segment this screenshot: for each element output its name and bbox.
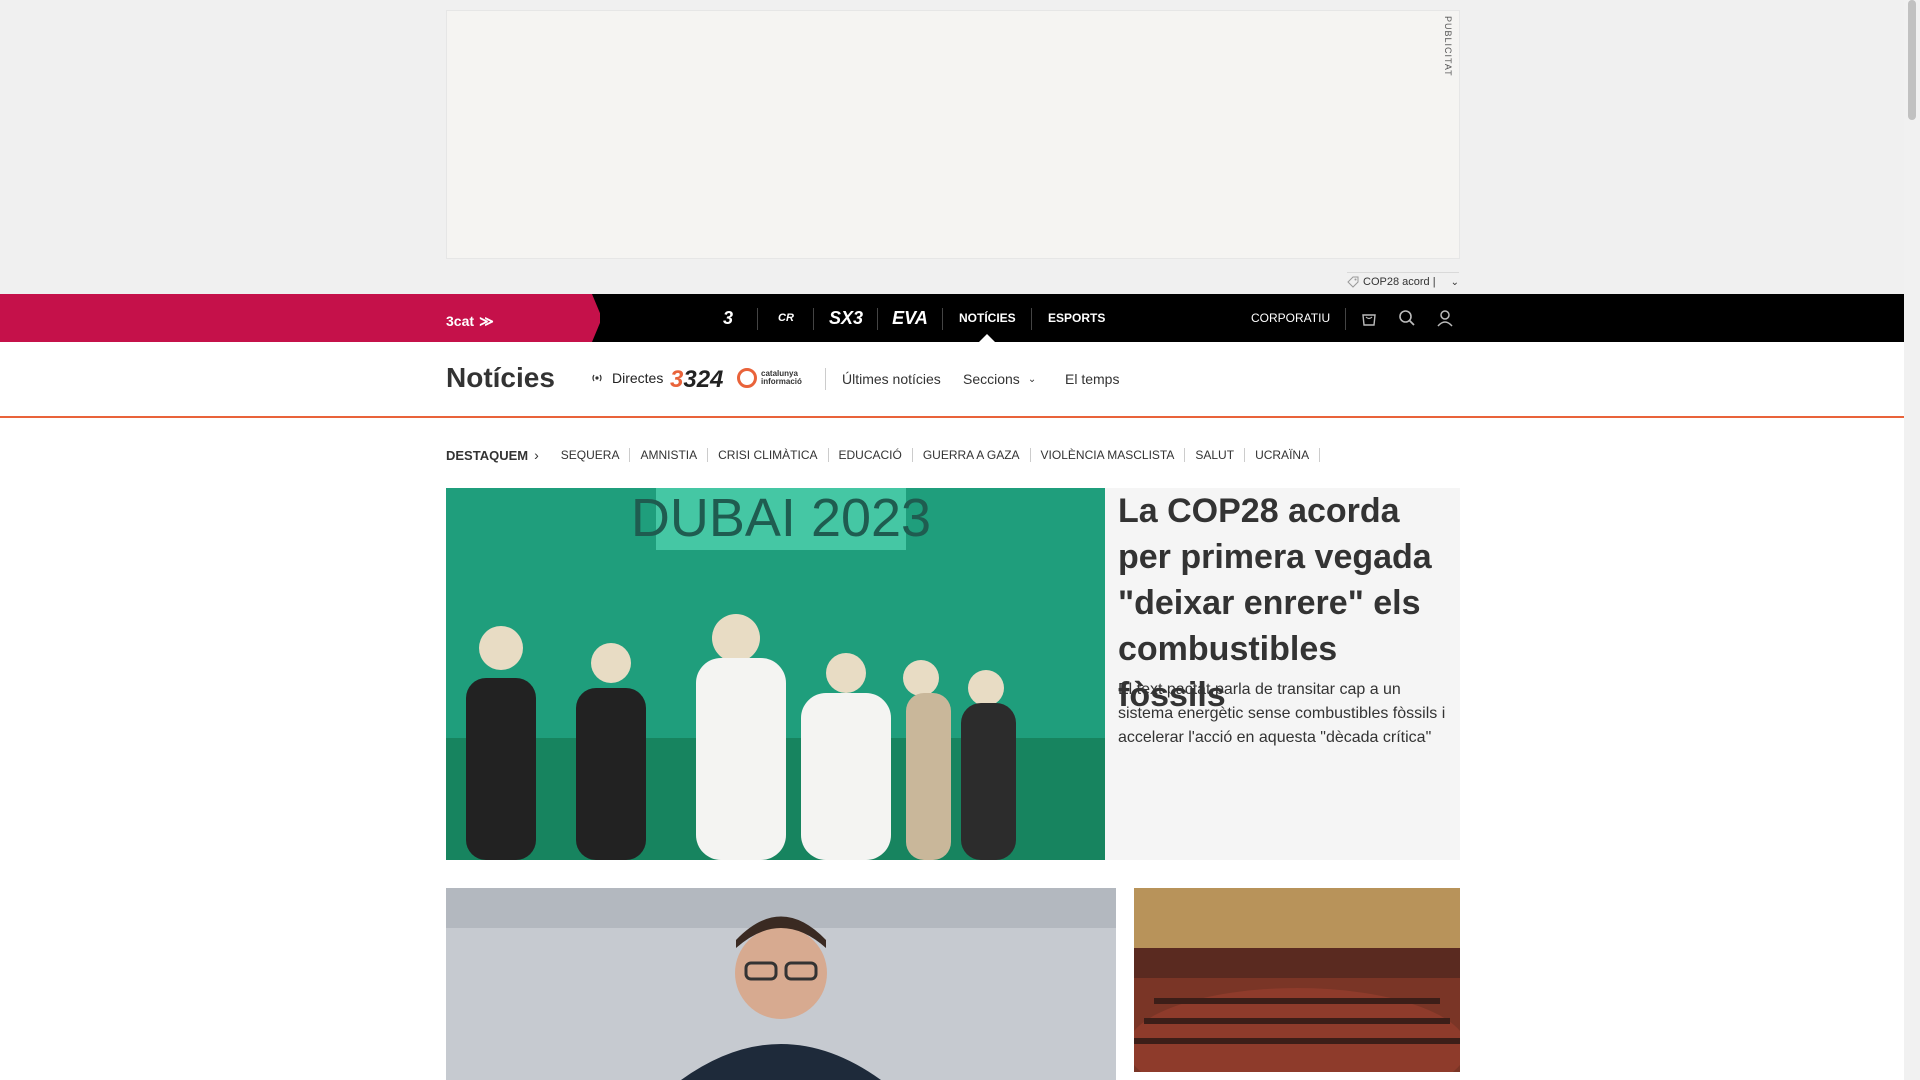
tag-sequera[interactable]: SEQUERA [551,448,631,462]
channel-eva-logo[interactable]: EVA [886,294,934,342]
live-broadcast-icon [592,374,602,382]
tag-violencia-masclista[interactable]: VIOLÈNCIA MASCLISTA [1031,448,1186,462]
parliament-photo [1134,888,1460,1072]
tag-guerra-gaza[interactable]: GUERRA A GAZA [913,448,1031,462]
ad-tag-label: COP28 acord | [1363,276,1436,288]
brand-wedge [0,294,600,342]
live-label: Directes [612,370,664,386]
link-el-temps[interactable]: El temps [1065,371,1119,387]
catalunya-informacio-logo[interactable]: catalunya informació [737,368,813,388]
top-nav: 3cat ≫ 3 CR SX3 EVA NOTÍCIES ESPORTS COR… [0,294,1904,342]
brand-logo[interactable]: 3cat ≫ [446,306,494,332]
tag-ucraina[interactable]: UCRAÏNA [1245,448,1321,462]
divider [813,308,814,330]
sections-dropdown[interactable]: Seccions ⌄ [963,371,1036,387]
section-header: Notícies Directes 3324 catalunya informa… [0,342,1904,418]
hero-card[interactable]: La COP28 acorda per primera vegada "deix… [1105,488,1460,860]
ad-topic-tag[interactable]: COP28 acord | ⌄ [1347,272,1459,291]
tag-icon [1347,276,1359,288]
divider [877,308,878,330]
ad-band: PUBLICITAT COP28 acord | ⌄ [0,0,1904,294]
tag-salut[interactable]: SALUT [1185,448,1246,462]
page-scrollbar[interactable] [1904,0,1920,1080]
chevron-right-icon[interactable]: › [534,447,539,463]
nav-link-corporatiu[interactable]: CORPORATIU [1251,294,1330,342]
hero-image-text: DUBAI 2023 [631,488,931,548]
active-indicator [979,334,995,342]
link-ultimes-noticies[interactable]: Últimes notícies [842,371,941,387]
divider [1345,308,1346,330]
channel-tv3-logo[interactable]: 3 [708,294,748,342]
sections-label: Seccions [963,371,1020,387]
shop-bag-icon[interactable] [1359,308,1379,328]
divider [942,308,943,330]
hero-image[interactable]: DUBAI 2023 [446,488,1105,860]
hero-summary: El text pactat parla de transitar cap a … [1118,681,1446,746]
ad-slot[interactable] [446,10,1460,259]
tags-lead[interactable]: DESTAQUEM [446,448,528,463]
tag-educacio[interactable]: EDUCACIÓ [829,448,913,462]
user-icon[interactable] [1435,308,1455,328]
catinfo-circle-icon [737,368,757,388]
live-button[interactable]: Directes [590,370,663,386]
channel-324-logo[interactable]: 3324 [670,366,723,394]
divider [1031,308,1032,330]
divider [757,308,758,330]
featured-tags: DESTAQUEM › SEQUERA AMNISTIA CRISI CLIMÀ… [446,446,1321,464]
nav-link-esports[interactable]: ESPORTS [1048,294,1105,342]
channel-catradio-logo[interactable]: CR [766,294,806,342]
story-photo [446,888,1116,1080]
search-icon[interactable] [1397,308,1417,328]
tag-amnistia[interactable]: AMNISTIA [630,448,709,462]
tag-crisi-climatica[interactable]: CRISI CLIMÀTICA [708,448,829,462]
chevron-down-icon[interactable]: ⌄ [1451,277,1459,288]
story-image[interactable] [446,888,1116,1080]
channel-sx3-logo[interactable]: SX3 [822,294,870,342]
hero-photo: DUBAI 2023 [446,488,1105,860]
ad-label: PUBLICITAT [1443,16,1453,77]
chevron-down-icon: ⌄ [1027,373,1037,385]
page-title[interactable]: Notícies [446,362,555,394]
story-image[interactable] [1134,888,1460,1072]
scrollbar-thumb[interactable] [1908,0,1916,120]
divider [825,368,826,390]
